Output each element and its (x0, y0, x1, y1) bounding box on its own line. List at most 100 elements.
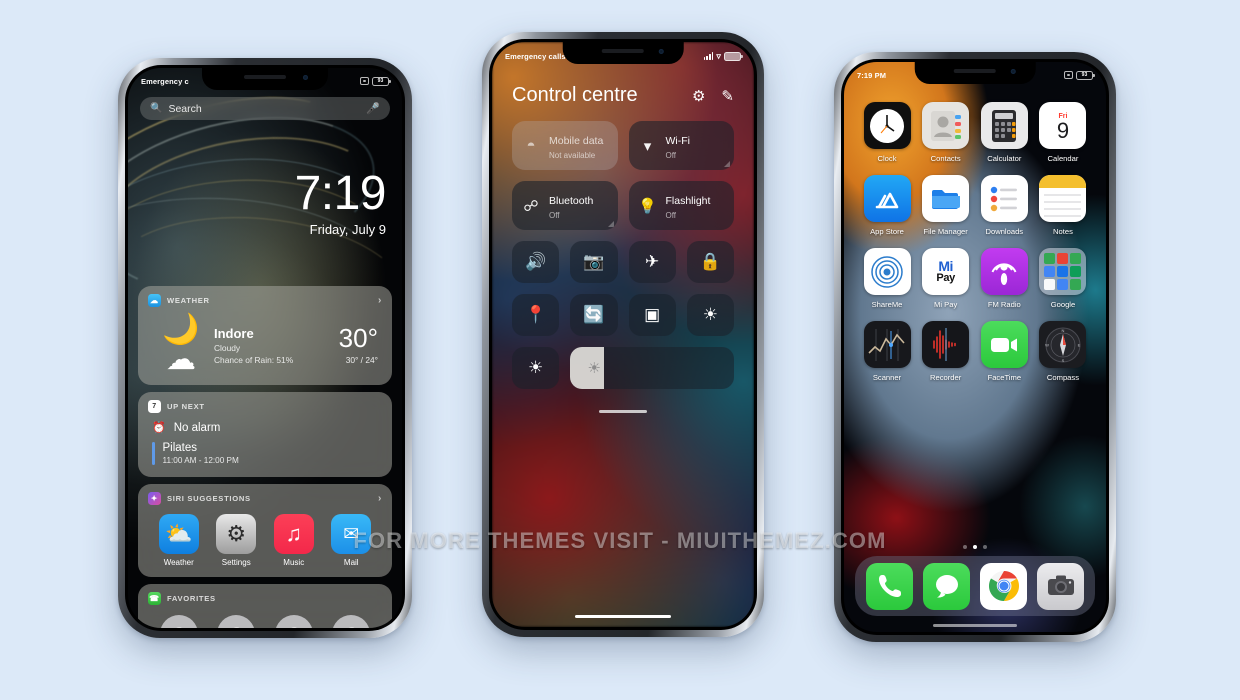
screenshot-toggle[interactable]: 📷 (570, 241, 618, 283)
downloads-icon (980, 175, 1028, 222)
app-mi-pay[interactable]: Mi Pay Mi Pay (919, 248, 973, 309)
weather-high-low: 30° / 24° (345, 355, 378, 365)
tile-title: Wi-Fi (665, 135, 691, 147)
bluetooth-tile[interactable]: ☍ Bluetooth Off (512, 181, 618, 230)
siri-suggestions-card[interactable]: ✦ SIRI SUGGESTIONS › ⛅ Weather ⚙ Setting… (138, 484, 392, 577)
gear-icon[interactable]: ⚙ (692, 87, 705, 105)
lock-date: Friday, July 9 (309, 222, 386, 238)
tile-sub: Off (549, 211, 560, 220)
tile-sub: Off (665, 211, 677, 220)
tile-expand-corner[interactable] (724, 161, 730, 167)
tile-expand-corner[interactable] (607, 221, 614, 227)
location-toggle[interactable]: 📍 (512, 294, 560, 336)
airplane-mode-toggle[interactable]: ✈ (628, 241, 676, 283)
brightness-slider-fill[interactable]: ☀ (570, 347, 605, 389)
favorites-card[interactable]: ☎ FAVORITES C Contact 1 C Contact 2 (138, 584, 392, 628)
airplane-icon: ✈ (645, 252, 660, 271)
app-row: ShareMe Mi Pay Mi Pay FM Radio Google (860, 248, 1090, 309)
control-centre-title: Control centre (512, 84, 638, 106)
rotation-lock-toggle[interactable]: 🔄 (570, 294, 618, 336)
siri-app-mail[interactable]: ✉ Mail (325, 514, 377, 567)
lock-time: 7:19 (294, 167, 387, 220)
app-clock[interactable]: Clock (860, 102, 914, 163)
app-contacts[interactable]: Contacts (919, 102, 973, 163)
chevron-right-icon[interactable]: › (378, 295, 382, 306)
weather-condition: Cloudy (214, 342, 241, 353)
app-recorder[interactable]: Recorder (919, 321, 973, 382)
phone-badge-icon: ☎ (148, 592, 161, 605)
avatar: C (217, 615, 256, 628)
app-label: Mi Pay (934, 300, 958, 309)
app-shareme[interactable]: ShareMe (860, 248, 914, 309)
contacts-icon (922, 102, 970, 149)
siri-app-weather[interactable]: ⛅ Weather (153, 514, 205, 567)
chrome-icon[interactable] (980, 562, 1027, 610)
app-downloads[interactable]: Downloads (977, 175, 1031, 236)
messages-icon[interactable] (923, 562, 970, 610)
event-row[interactable]: Pilates 11:00 AM - 12:00 PM (148, 434, 382, 467)
earpiece-speaker (601, 49, 644, 53)
app-calendar[interactable]: Fri 9 Calendar (1036, 102, 1090, 163)
mobile-data-tile[interactable]: ◓ Mobile data Not available (512, 121, 618, 170)
app-file-manager[interactable]: File Manager (919, 175, 973, 236)
app-google-folder[interactable]: Google (1036, 248, 1090, 309)
contact-item[interactable]: C Contact 3 (268, 615, 320, 628)
app-label: File Manager (923, 227, 968, 236)
home-indicator[interactable] (933, 623, 1017, 627)
page-dot[interactable] (983, 545, 987, 549)
scanner-toggle[interactable]: ▣ (628, 294, 676, 336)
screen-lock-toggle[interactable]: 🔒 (686, 241, 734, 283)
app-fm-radio[interactable]: FM Radio (977, 248, 1031, 309)
page-dot[interactable] (963, 545, 967, 549)
chevron-right-icon[interactable]: › (378, 493, 382, 504)
app-app-store[interactable]: App Store (860, 175, 914, 236)
screenshot-status-icon (360, 77, 369, 85)
notes-icon (1039, 175, 1087, 222)
brightness-slider[interactable]: ☀ (570, 347, 734, 389)
favorites-card-title: FAVORITES (167, 594, 216, 603)
camera-icon[interactable] (1037, 562, 1084, 610)
panel-drag-handle[interactable] (599, 410, 647, 413)
up-next-card[interactable]: 7 UP NEXT ⏰ No alarm Pilates 11:00 AM - … (138, 392, 392, 477)
auto-brightness-toggle[interactable]: ☀ (512, 347, 560, 389)
sound-toggle[interactable]: 🔊 (512, 241, 560, 283)
home-indicator[interactable] (575, 614, 671, 618)
app-scanner[interactable]: Scanner (860, 321, 914, 382)
app-facetime[interactable]: FaceTime (977, 321, 1031, 382)
dock (855, 556, 1095, 616)
tile-title: Bluetooth (549, 195, 594, 207)
page-indicator[interactable] (844, 545, 1106, 549)
siri-app-music[interactable]: ♫ Music (268, 514, 320, 567)
contact-item[interactable]: C Contact 4 (325, 615, 377, 628)
app-compass[interactable]: N S W E Compass (1036, 321, 1090, 382)
notch (562, 42, 684, 64)
app-notes[interactable]: Notes (1036, 175, 1090, 236)
screenshot-stage: Emergency c 93 🔍 Search 🎤 7:19 Friday, J… (0, 0, 1240, 700)
tile-title: Mobile data (549, 135, 604, 147)
app-label: Downloads (985, 227, 1024, 236)
flashlight-tile[interactable]: 💡 Flashlight Off (628, 181, 734, 230)
siri-app-label: Settings (221, 558, 251, 567)
microphone-icon[interactable]: 🎤 (366, 102, 380, 115)
search-bar[interactable]: 🔍 Search 🎤 (140, 97, 390, 120)
wifi-tile[interactable]: ▾ Wi-Fi Off (628, 121, 734, 170)
notch (914, 62, 1036, 84)
event-color-bar (152, 442, 155, 465)
alarm-row: ⏰ No alarm (148, 417, 382, 435)
weather-card[interactable]: ☁ WEATHER › 🌙☁ Indore Cloudy Chance of R… (138, 286, 392, 385)
contact-item[interactable]: C Contact 2 (210, 615, 262, 628)
status-time: 7:19 PM (857, 70, 887, 80)
app-store-icon (863, 175, 911, 222)
siri-card-title: SIRI SUGGESTIONS (167, 494, 251, 503)
phone-icon[interactable] (866, 562, 913, 610)
pencil-icon[interactable]: ✎ (721, 87, 734, 105)
clock-icon (863, 102, 911, 149)
app-label: FM Radio (987, 300, 1021, 309)
app-calculator[interactable]: Calculator (977, 102, 1031, 163)
weather-card-title: WEATHER (167, 296, 210, 305)
siri-app-settings[interactable]: ⚙ Settings (210, 514, 262, 567)
dark-mode-toggle[interactable]: ☀ (686, 294, 734, 336)
contact-item[interactable]: C Contact 1 (153, 615, 205, 628)
siri-app-label: Music (283, 558, 305, 567)
page-dot-active[interactable] (973, 545, 977, 549)
